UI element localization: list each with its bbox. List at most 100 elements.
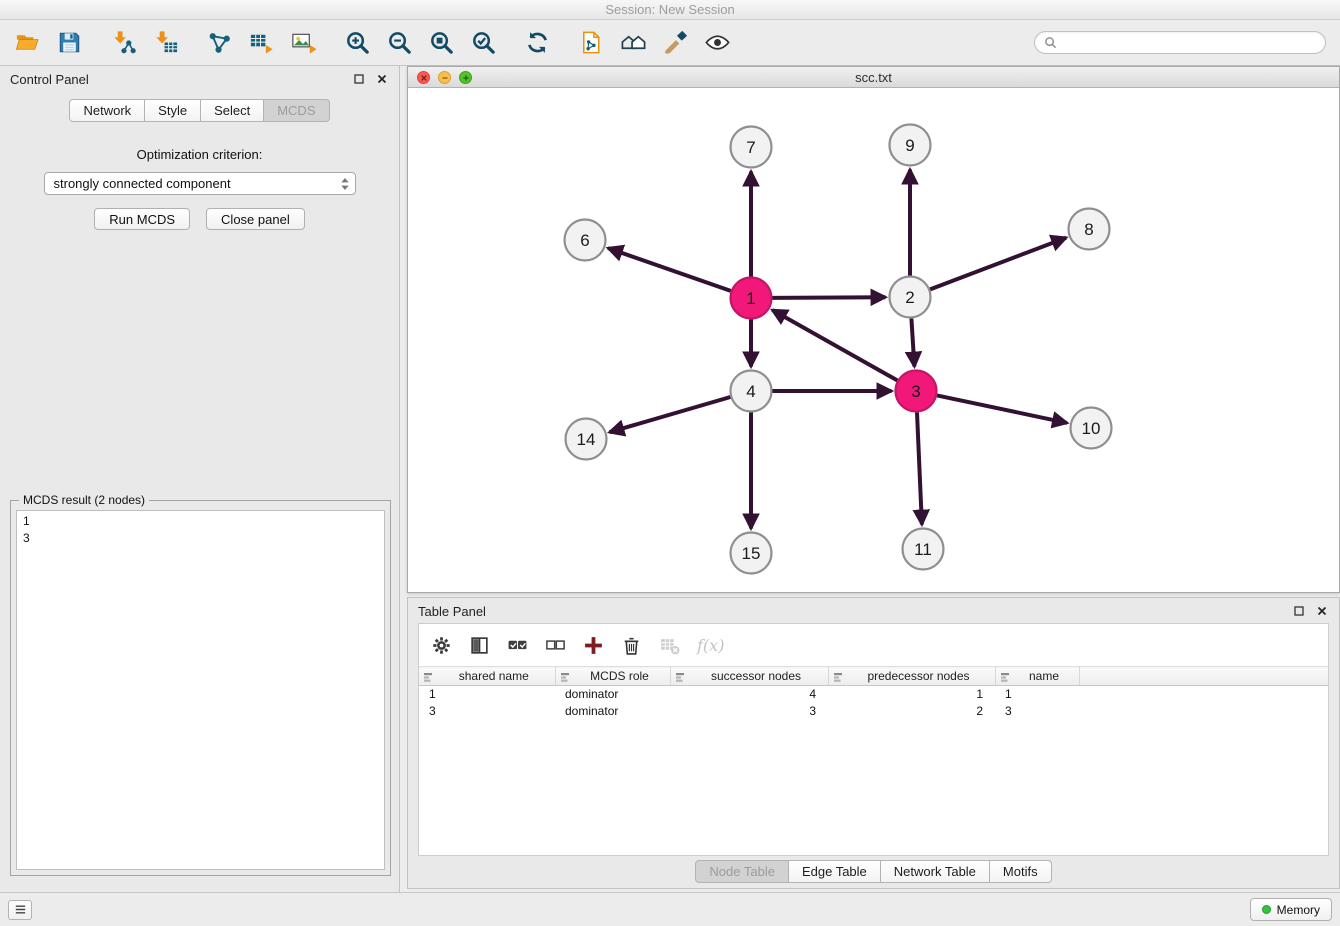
graph-node-4[interactable]: 4 [731, 371, 772, 412]
copy-network-icon[interactable] [578, 29, 605, 56]
graph-node-8[interactable]: 8 [1069, 209, 1110, 250]
column-header-shared-name[interactable]: shared name [419, 667, 555, 686]
toggle-visibility-icon[interactable] [704, 29, 731, 56]
refresh-network-icon[interactable] [524, 29, 551, 56]
deselect-all-icon[interactable] [545, 635, 566, 656]
mcds-result-group: MCDS result (2 nodes) 13 [10, 500, 391, 876]
window-titlebar[interactable]: Session: New Session [0, 0, 1340, 20]
table-row[interactable]: 1dominator411 [419, 686, 1328, 703]
table-tab-edge-table[interactable]: Edge Table [789, 860, 881, 883]
table-panel-header: Table Panel [408, 598, 1339, 624]
table-cell[interactable]: 3 [419, 703, 555, 720]
export-image-icon[interactable] [290, 29, 317, 56]
graph-edge-4-14[interactable] [610, 397, 731, 432]
column-selector-icon[interactable] [469, 635, 490, 656]
network-canvas[interactable]: 7 9 6 8 1 2 4 3 14 10 15 11 [408, 88, 1339, 592]
node-table: shared nameMCDS rolesuccessor nodesprede… [419, 666, 1328, 720]
table-cell[interactable]: dominator [555, 703, 670, 720]
graph-node-14[interactable]: 14 [566, 419, 607, 460]
zoom-in-icon[interactable] [344, 29, 371, 56]
network-window: scc.txt 7 9 6 8 1 2 4 3 14 10 15 11 [407, 66, 1340, 593]
graph-edge-3-1[interactable] [772, 310, 897, 380]
toolbar-group [206, 29, 317, 56]
import-network-from-file-icon[interactable] [110, 29, 137, 56]
window-zoom-button[interactable] [459, 71, 472, 84]
graph-edge-1-2[interactable] [773, 297, 886, 298]
graph-node-6[interactable]: 6 [565, 220, 606, 261]
mcds-result-box[interactable]: 13 [16, 510, 385, 870]
add-row-icon[interactable] [583, 635, 604, 656]
graph-edge-1-6[interactable] [608, 248, 731, 291]
close-panel-icon[interactable] [375, 72, 389, 86]
tab-network[interactable]: Network [69, 99, 145, 122]
column-header-name[interactable]: name [995, 667, 1079, 686]
criterion-select[interactable]: strongly connected component [44, 172, 356, 195]
run-mcds-button[interactable]: Run MCDS [94, 208, 190, 230]
search-icon [1044, 36, 1057, 49]
window-close-button[interactable] [417, 71, 430, 84]
home-layout-icon[interactable] [620, 29, 647, 56]
table-cell[interactable]: dominator [555, 686, 670, 703]
settings-gear-icon[interactable] [431, 635, 452, 656]
import-table-from-file-icon[interactable] [152, 29, 179, 56]
table-tab-network-table[interactable]: Network Table [881, 860, 990, 883]
graph-node-3[interactable]: 3 [896, 371, 937, 412]
graph-edge-2-8[interactable] [930, 238, 1066, 290]
toolbar-group [110, 29, 179, 56]
open-file-icon[interactable] [14, 29, 41, 56]
new-network-icon[interactable] [206, 29, 233, 56]
graph-node-1[interactable]: 1 [731, 278, 772, 319]
mcds-result-title: MCDS result (2 nodes) [19, 493, 149, 507]
tab-style[interactable]: Style [145, 99, 201, 122]
panel-list-button[interactable] [8, 900, 32, 920]
memory-button[interactable]: Memory [1250, 898, 1332, 921]
memory-label: Memory [1277, 903, 1320, 917]
export-table-icon[interactable] [248, 29, 275, 56]
table-cell[interactable]: 3 [995, 703, 1079, 720]
svg-text:4: 4 [746, 382, 755, 401]
graph-node-10[interactable]: 10 [1071, 408, 1112, 449]
graph-node-7[interactable]: 7 [731, 127, 772, 168]
graph-node-2[interactable]: 2 [890, 277, 931, 318]
table-tab-motifs[interactable]: Motifs [990, 860, 1052, 883]
delete-table-icon [659, 635, 680, 656]
window-minimize-button[interactable] [438, 71, 451, 84]
svg-text:11: 11 [914, 540, 932, 559]
tab-select[interactable]: Select [201, 99, 264, 122]
close-table-panel-icon[interactable] [1315, 604, 1329, 618]
table-row[interactable]: 3dominator323 [419, 703, 1328, 720]
table-cell[interactable]: 1 [995, 686, 1079, 703]
save-session-icon[interactable] [56, 29, 83, 56]
table-cell[interactable]: 4 [670, 686, 828, 703]
table-tab-node-table[interactable]: Node Table [695, 860, 789, 883]
zoom-selected-icon[interactable] [470, 29, 497, 56]
zoom-out-icon[interactable] [386, 29, 413, 56]
tab-mcds[interactable]: MCDS [264, 99, 329, 122]
column-header-mcds-role[interactable]: MCDS role [555, 667, 670, 686]
graph-node-15[interactable]: 15 [731, 533, 772, 574]
network-window-titlebar[interactable]: scc.txt [408, 67, 1339, 88]
table-cell[interactable]: 1 [828, 686, 995, 703]
apply-style-icon[interactable] [662, 29, 689, 56]
graph-edge-3-10[interactable] [937, 395, 1067, 423]
select-all-icon[interactable] [507, 635, 528, 656]
graph-edge-2-3[interactable] [911, 319, 914, 367]
window-title: Session: New Session [605, 2, 734, 17]
graph-node-9[interactable]: 9 [890, 125, 931, 166]
search-input[interactable] [1062, 36, 1316, 50]
graph-edge-3-11[interactable] [917, 413, 922, 525]
svg-text:1: 1 [746, 289, 755, 308]
graph-node-11[interactable]: 11 [903, 529, 944, 570]
search-box[interactable] [1034, 31, 1326, 54]
app-window: Session: New Session Control Panel Netwo… [0, 0, 1340, 926]
table-cell[interactable]: 1 [419, 686, 555, 703]
table-cell[interactable]: 2 [828, 703, 995, 720]
column-header-successor-nodes[interactable]: successor nodes [670, 667, 828, 686]
zoom-fit-icon[interactable] [428, 29, 455, 56]
column-header-predecessor-nodes[interactable]: predecessor nodes [828, 667, 995, 686]
float-panel-icon[interactable] [352, 72, 366, 86]
delete-row-icon[interactable] [621, 635, 642, 656]
close-panel-button[interactable]: Close panel [206, 208, 305, 230]
float-table-panel-icon[interactable] [1292, 604, 1306, 618]
table-cell[interactable]: 3 [670, 703, 828, 720]
